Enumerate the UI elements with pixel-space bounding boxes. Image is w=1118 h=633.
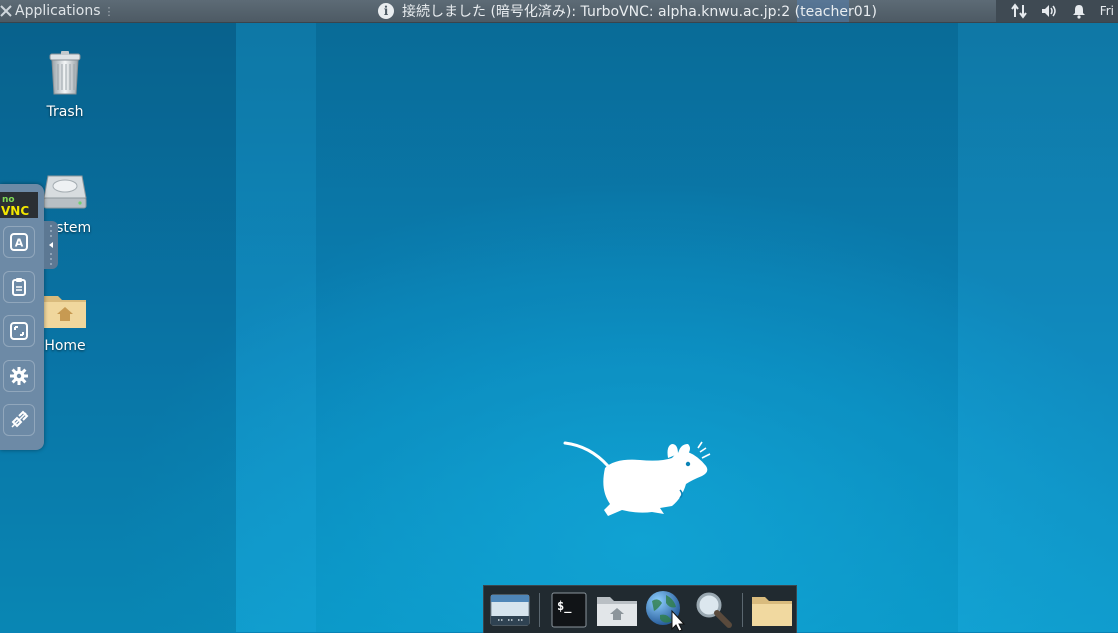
background-band (958, 22, 1118, 632)
xfce-mouse-logo (563, 441, 711, 516)
desktop-background[interactable] (0, 22, 1118, 632)
top-panel: Applications ⋮ i 接続しました (暗号化済み): TurboVN… (0, 0, 1118, 23)
window-title-text: 接続しました (暗号化済み): TurboVNC: alpha.knwu.ac.… (402, 4, 877, 20)
system-tray: Fri (995, 0, 1118, 22)
terminal-icon: $_ (551, 592, 587, 627)
svg-text:$_: $_ (557, 599, 572, 614)
background-band (316, 22, 958, 632)
dock-search[interactable] (691, 588, 735, 632)
home-folder-icon (44, 296, 86, 328)
collapse-arrow-icon (49, 225, 53, 265)
vnc-toolbar-handle[interactable] (44, 221, 58, 269)
settings-button[interactable] (3, 360, 35, 392)
desktop-icon-trash[interactable]: Trash (25, 50, 105, 120)
volume-icon[interactable] (1040, 2, 1058, 20)
dock-folder[interactable] (750, 588, 794, 632)
network-icon[interactable] (1010, 2, 1028, 20)
dock-terminal[interactable]: $_ (547, 588, 591, 632)
search-icon (696, 592, 732, 628)
home-folder-icon (597, 596, 637, 626)
clipboard-button[interactable] (3, 271, 35, 303)
dock-web-browser[interactable] (643, 588, 687, 632)
hard-drive-icon (43, 175, 87, 209)
folder-icon (752, 596, 792, 626)
dock-separator (539, 592, 540, 627)
notification-bell-icon[interactable] (1070, 2, 1088, 20)
desktop-icon-label: Trash (46, 104, 84, 120)
info-icon: i (378, 3, 394, 19)
keyboard-a-icon: A (10, 233, 28, 251)
dock: $_ (483, 585, 797, 633)
dock-separator (742, 592, 743, 627)
panel-handle-icon: ⋮ (103, 4, 115, 18)
applications-label: Applications (15, 3, 101, 19)
background-band (236, 22, 316, 632)
fullscreen-icon (10, 322, 28, 340)
window-title: i 接続しました (暗号化済み): TurboVNC: alpha.knwu.a… (378, 0, 877, 22)
disconnect-button[interactable] (3, 404, 35, 436)
gear-icon (10, 367, 28, 385)
novnc-logo: no VNC (0, 192, 38, 218)
fullscreen-button[interactable] (3, 315, 35, 347)
trash-icon (49, 51, 81, 95)
applications-menu[interactable]: Applications ⋮ (0, 0, 115, 22)
web-browser-icon (646, 590, 686, 631)
disconnect-icon (11, 410, 29, 428)
svg-text:A: A (15, 237, 24, 250)
dock-home-folder[interactable] (595, 588, 639, 632)
dock-show-desktop[interactable] (488, 588, 532, 632)
clipboard-icon (12, 278, 26, 296)
svg-text:VNC: VNC (1, 204, 29, 218)
keyboard-button[interactable]: A (3, 226, 35, 258)
xfce-logo-icon (0, 5, 12, 17)
vnc-toolbar: no VNC A (0, 184, 44, 450)
clock[interactable]: Fri (1100, 4, 1114, 18)
show-desktop-icon (490, 594, 530, 625)
